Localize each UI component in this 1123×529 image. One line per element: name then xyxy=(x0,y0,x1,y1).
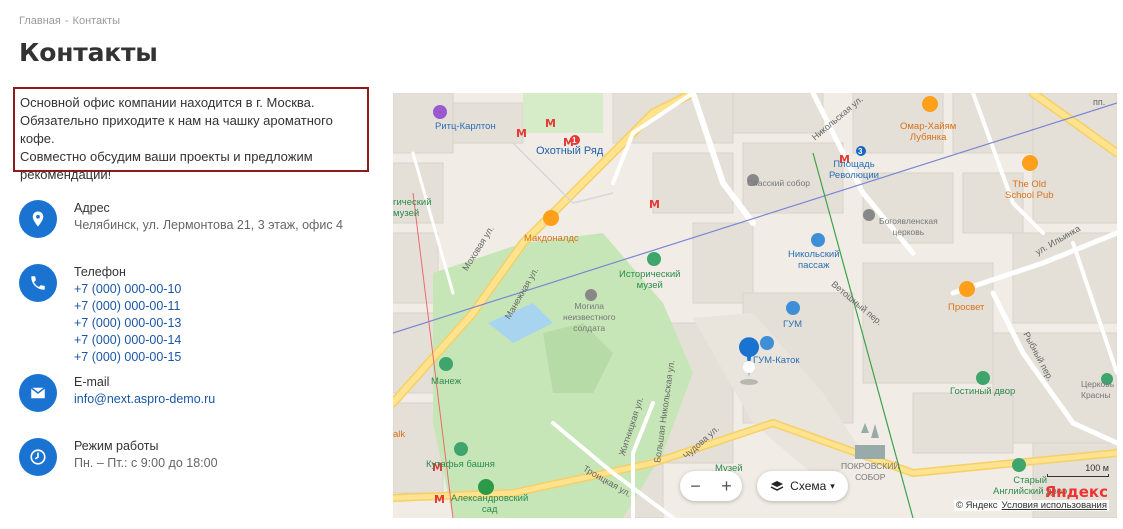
intro-line: Совместно обсудим ваши проекты и предлож… xyxy=(20,149,313,164)
page-title: Контакты xyxy=(19,38,158,67)
zoom-out-button[interactable]: − xyxy=(690,476,701,497)
map-label[interactable]: Ритц-Карлтон xyxy=(435,121,496,132)
address-value: Челябинск, ул. Лермонтова 21, 3 этаж, оф… xyxy=(74,218,343,232)
contact-address: Адрес Челябинск, ул. Лермонтова 21, 3 эт… xyxy=(19,200,343,238)
metro-line-number: 1 xyxy=(572,136,577,145)
map-label[interactable]: Могила неизвестного солдата xyxy=(563,301,615,334)
yandex-map[interactable]: M M M M M M M Ритц-Карлтон Охотный Ряд М… xyxy=(393,93,1117,518)
map-label[interactable]: Гостиный двор xyxy=(950,386,1015,397)
layers-icon xyxy=(770,481,784,491)
map-base[interactable]: M M M M M M M xyxy=(393,93,1117,518)
map-label[interactable]: The Old School Pub xyxy=(1005,179,1054,201)
phone-link[interactable]: +7 (000) 000-00-14 xyxy=(74,332,181,349)
phone-link[interactable]: +7 (000) 000-00-11 xyxy=(74,298,181,315)
map-layer-button[interactable]: Схема ▾ xyxy=(757,471,848,501)
zoom-in-button[interactable]: + xyxy=(721,476,732,497)
map-label[interactable]: Омар-Хайям Лубянка xyxy=(900,121,956,143)
intro-line: Основной офис компании находится в г. Мо… xyxy=(20,95,315,110)
map-label[interactable]: Спасский собор xyxy=(747,178,810,189)
breadcrumb-separator: - xyxy=(64,15,69,27)
chevron-down-icon: ▾ xyxy=(830,480,835,491)
map-scale: 100 м xyxy=(1047,463,1109,477)
contact-email: E-mail info@next.aspro-demo.ru xyxy=(19,374,215,412)
phone-icon xyxy=(19,264,57,302)
hours-value: Пн. – Пт.: с 9:00 до 18:00 xyxy=(74,456,218,470)
map-zoom-controls: − + xyxy=(680,471,742,501)
map-label[interactable]: Александровский сад xyxy=(451,493,528,515)
map-road-label: пп. xyxy=(1093,97,1106,107)
svg-text:M: M xyxy=(434,493,445,506)
phone-link[interactable]: +7 (000) 000-00-10 xyxy=(74,281,181,298)
intro-line: рекомендации! xyxy=(20,167,112,182)
map-scale-label: 100 м xyxy=(1085,463,1109,473)
map-label[interactable]: Богоявленская церковь xyxy=(879,216,938,238)
map-label[interactable]: Макдоналдс xyxy=(524,233,579,244)
terms-link[interactable]: Условия использования xyxy=(1002,500,1107,511)
map-label[interactable]: Охотный Ряд xyxy=(536,146,603,157)
hours-label: Режим работы xyxy=(74,439,159,453)
map-label[interactable]: ГУМ xyxy=(783,319,802,330)
map-label[interactable]: alk xyxy=(393,429,405,440)
contact-hours: Режим работы Пн. – Пт.: с 9:00 до 18:00 xyxy=(19,438,218,476)
yandex-logo[interactable]: Яндекс xyxy=(1045,483,1108,501)
map-label[interactable]: гический музей xyxy=(393,197,432,219)
map-label[interactable]: Церковь Красны xyxy=(1081,379,1114,401)
contact-phone: Телефон +7 (000) 000-00-10 +7 (000) 000-… xyxy=(19,264,181,366)
map-label[interactable]: Просвет xyxy=(948,302,984,313)
map-copyright-text: © Яндекс xyxy=(955,500,998,511)
map-label[interactable]: ПОКРОВСКИЙ СОБОР xyxy=(841,461,899,483)
breadcrumb: Главная - Контакты xyxy=(19,15,120,27)
clock-icon xyxy=(19,438,57,476)
intro-line: Обязательно приходите к нам на чашку аро… xyxy=(20,113,333,146)
address-label: Адрес xyxy=(74,201,110,215)
envelope-icon xyxy=(19,374,57,412)
map-label[interactable]: Манеж xyxy=(431,376,461,387)
breadcrumb-home-link[interactable]: Главная xyxy=(19,15,61,27)
location-pin-icon xyxy=(19,200,57,238)
map-copyright: © Яндекс Условия использования xyxy=(953,500,1109,511)
map-layer-label: Схема xyxy=(790,479,827,493)
map-label[interactable]: ГУМ-Каток xyxy=(753,355,800,366)
svg-text:M: M xyxy=(545,117,556,130)
map-label[interactable]: Кутафья башня xyxy=(426,459,495,470)
phone-link[interactable]: +7 (000) 000-00-15 xyxy=(74,349,181,366)
svg-text:M: M xyxy=(516,127,527,140)
map-label[interactable]: Площадь Революции xyxy=(829,159,879,181)
intro-block: Основной офис компании находится в г. Мо… xyxy=(13,87,369,182)
breadcrumb-current: Контакты xyxy=(72,15,121,27)
phone-label: Телефон xyxy=(74,265,126,279)
metro-line-number: 3 xyxy=(858,147,863,156)
svg-text:M: M xyxy=(649,198,660,211)
email-label: E-mail xyxy=(74,375,110,389)
email-link[interactable]: info@next.aspro-demo.ru xyxy=(74,391,215,408)
phone-link[interactable]: +7 (000) 000-00-13 xyxy=(74,315,181,332)
map-label[interactable]: Никольский пассаж xyxy=(788,249,840,271)
map-label[interactable]: Исторический музей xyxy=(619,269,680,291)
